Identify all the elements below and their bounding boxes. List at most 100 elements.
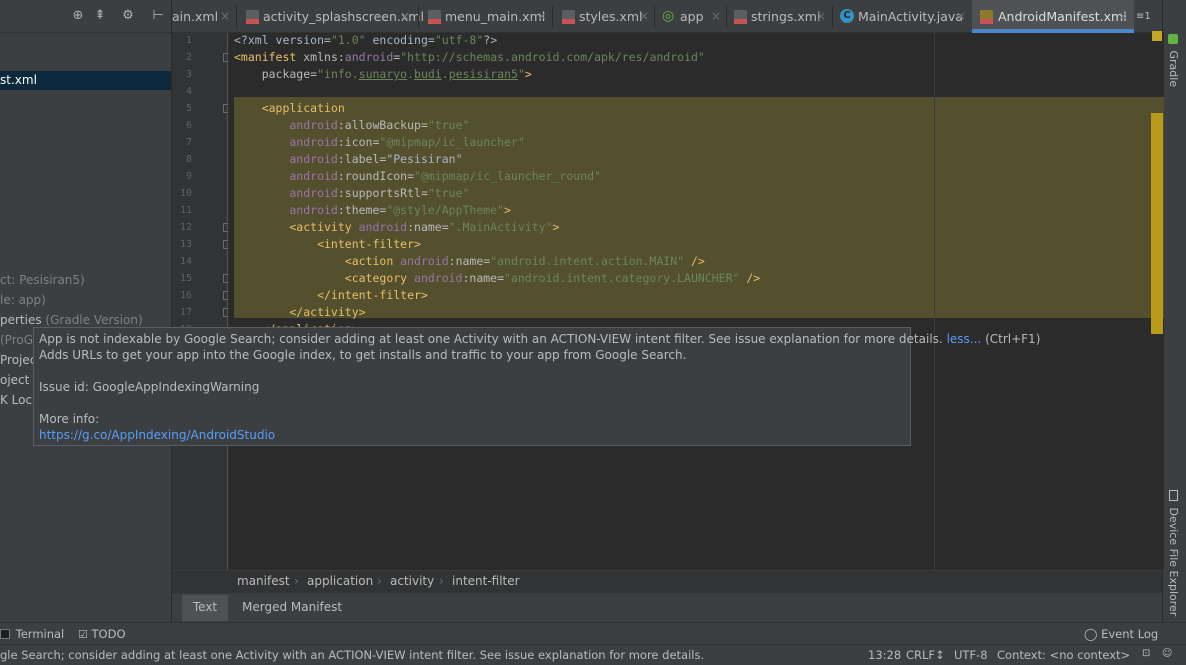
xml-file-icon bbox=[562, 10, 575, 24]
code-token: android bbox=[400, 254, 449, 268]
code-token: > bbox=[504, 203, 511, 217]
line-number: 10 bbox=[179, 188, 192, 199]
caret-position[interactable]: 13:28 bbox=[868, 648, 901, 662]
tab-main-activity[interactable]: C MainActivity.java × bbox=[834, 0, 972, 33]
code-token: /> bbox=[684, 254, 705, 268]
todo-button[interactable]: ☑ TODO bbox=[78, 627, 126, 641]
code-token: android bbox=[344, 50, 394, 64]
code-line: </intent-filter> bbox=[234, 288, 428, 302]
less-link[interactable]: less... bbox=[947, 332, 982, 346]
close-icon[interactable]: × bbox=[220, 9, 230, 23]
tool-window-bar: Terminal ☑ TODO ◯ Event Log bbox=[0, 622, 1186, 644]
gradle-tool-button[interactable]: Gradle bbox=[1167, 34, 1180, 87]
code-token: android bbox=[234, 152, 338, 166]
code-token: :name= bbox=[462, 271, 505, 285]
code-token: <manifest bbox=[234, 50, 304, 64]
code-line: </activity> bbox=[234, 305, 365, 319]
code-token: "@mipmap/ic_launcher_round" bbox=[414, 169, 601, 183]
collapse-icon[interactable]: ⇞ bbox=[92, 8, 108, 24]
close-icon[interactable]: × bbox=[1118, 9, 1128, 23]
hide-panel-icon[interactable]: ⊢ bbox=[150, 8, 166, 24]
code-token: :roundIcon= bbox=[337, 169, 415, 183]
tree-item[interactable]: perties (Gradle Version) bbox=[0, 313, 143, 327]
code-line: package="info.sunaryo.budi.pesisiran5"> bbox=[234, 67, 532, 81]
line-number: 15 bbox=[179, 273, 192, 284]
tab-merged-manifest[interactable]: Merged Manifest bbox=[236, 595, 348, 621]
tab-overflow-button[interactable]: ≡1 bbox=[1136, 0, 1162, 33]
code-token: android bbox=[234, 118, 338, 132]
lock-icon[interactable]: ⊡ bbox=[1142, 648, 1150, 659]
code-token: . bbox=[441, 67, 449, 81]
code-token: budi bbox=[414, 67, 442, 81]
code-token: " bbox=[517, 67, 525, 81]
code-line: android:supportsRtl="true" bbox=[234, 186, 469, 200]
code-token: <activity bbox=[234, 220, 359, 234]
tree-item[interactable]: (ProG bbox=[0, 333, 33, 347]
code-editor[interactable]: <?xml version="1.0" encoding="utf-8"?> <m… bbox=[228, 33, 1164, 570]
code-line: <action android:name="android.intent.act… bbox=[234, 254, 705, 268]
code-token: <category bbox=[234, 271, 415, 285]
tab-menu-main[interactable]: menu_main.xml × bbox=[420, 0, 552, 33]
locate-icon[interactable]: ⊕ bbox=[70, 8, 86, 24]
breadcrumb-intent-filter[interactable]: intent-filter bbox=[452, 574, 520, 588]
tab-text[interactable]: Text bbox=[182, 595, 228, 621]
gear-icon[interactable]: ⚙ bbox=[120, 8, 136, 24]
code-token: "Pesisiran" bbox=[386, 152, 463, 166]
code-token: "true" bbox=[427, 118, 470, 132]
device-file-explorer-button[interactable]: Device File Explorer bbox=[1167, 490, 1180, 616]
code-token: android bbox=[358, 220, 408, 234]
code-line: android:allowBackup="true" bbox=[234, 118, 469, 132]
code-line: <intent-filter> bbox=[234, 237, 421, 251]
code-token: android bbox=[234, 135, 338, 149]
breadcrumb-separator: › bbox=[294, 574, 299, 588]
line-separator[interactable]: CRLF↕ bbox=[906, 648, 945, 662]
warning-stripe-marker[interactable] bbox=[1151, 113, 1163, 334]
code-token: "android.intent.category.LAUNCHER" bbox=[504, 271, 740, 285]
close-icon[interactable]: × bbox=[956, 9, 966, 23]
line-number: 5 bbox=[185, 103, 192, 114]
line-number: 9 bbox=[185, 171, 192, 182]
code-token: "utf-8" bbox=[434, 33, 484, 47]
code-token: sunaryo bbox=[358, 67, 408, 81]
code-token: encoding= bbox=[365, 33, 435, 47]
status-message[interactable]: gle Search; consider adding at least one… bbox=[0, 648, 704, 662]
code-line: <application bbox=[234, 101, 345, 115]
breadcrumb-application[interactable]: application bbox=[307, 574, 373, 588]
breadcrumb-manifest[interactable]: manifest bbox=[237, 574, 290, 588]
close-icon[interactable]: × bbox=[537, 9, 547, 23]
close-icon[interactable]: × bbox=[816, 9, 826, 23]
inspector-icon[interactable]: ☺ bbox=[1162, 648, 1172, 659]
gradle-icon: ◎ bbox=[662, 8, 675, 24]
tab-main-xml[interactable]: ain.xml × bbox=[172, 0, 234, 33]
warning-status-icon[interactable] bbox=[1152, 31, 1162, 41]
tab-app-gradle[interactable]: ◎ app × bbox=[656, 0, 726, 33]
tree-item[interactable]: le: app) bbox=[0, 293, 46, 307]
project-panel: ⊕ ⇞ ⚙ ⊢ st.xml ct: Pesisiran5) le: app) … bbox=[0, 0, 172, 622]
inspection-tooltip: App is not indexable by Google Search; c… bbox=[33, 327, 1040, 446]
tab-strings[interactable]: strings.xml × bbox=[728, 0, 832, 33]
close-icon[interactable]: × bbox=[639, 9, 649, 23]
code-token: :label= bbox=[337, 152, 387, 166]
right-margin-guide bbox=[934, 33, 935, 570]
tab-styles[interactable]: styles.xml × bbox=[554, 0, 654, 33]
context-indicator[interactable]: Context: <no context> bbox=[997, 648, 1130, 662]
tree-item[interactable]: ct: Pesisiran5) bbox=[0, 273, 85, 287]
tab-activity-splashscreen[interactable]: activity_splashscreen.xml × bbox=[238, 0, 424, 33]
line-number: 3 bbox=[185, 69, 192, 80]
code-token: android bbox=[234, 169, 338, 183]
code-token: :supportsRtl= bbox=[337, 186, 428, 200]
breadcrumb-separator: › bbox=[377, 574, 382, 588]
breadcrumb-activity[interactable]: activity bbox=[390, 574, 434, 588]
close-icon[interactable]: × bbox=[400, 9, 410, 23]
breadcrumb: manifest › application › activity › inte… bbox=[172, 570, 1162, 592]
close-icon[interactable]: × bbox=[711, 9, 721, 23]
code-line: android:icon="@mipmap/ic_launcher" bbox=[234, 135, 524, 149]
code-token: </intent-filter> bbox=[234, 288, 428, 302]
file-encoding[interactable]: UTF-8 bbox=[954, 648, 988, 662]
more-info-link[interactable]: https://g.co/AppIndexing/AndroidStudio bbox=[39, 428, 275, 442]
event-log-button[interactable]: ◯ Event Log bbox=[1084, 627, 1158, 641]
code-token: xmlns: bbox=[303, 50, 345, 64]
line-number: 8 bbox=[185, 154, 192, 165]
tree-item-selected[interactable]: st.xml bbox=[0, 71, 171, 90]
terminal-button[interactable]: Terminal bbox=[0, 627, 64, 641]
